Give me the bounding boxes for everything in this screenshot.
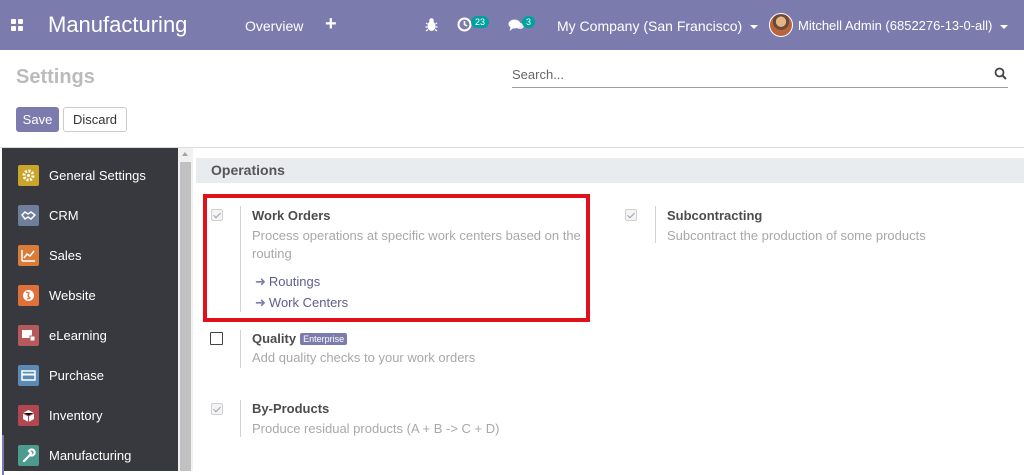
- by-products-description: Produce residual products (A + B -> C + …: [252, 421, 500, 436]
- purchase-card-icon: [18, 364, 39, 386]
- chevron-down-icon: [1000, 24, 1009, 29]
- setting-divider: [240, 330, 241, 368]
- top-navbar: Manufacturing Overview + 23 3 My Company…: [0, 0, 1024, 50]
- sidebar-item-label: Purchase: [49, 367, 104, 383]
- sidebar-scrollbar[interactable]: [178, 148, 193, 471]
- app-brand[interactable]: Manufacturing: [48, 12, 187, 38]
- enterprise-badge: Enterprise: [300, 333, 348, 345]
- sidebar-item-label: Inventory: [49, 407, 103, 423]
- apps-menu-icon[interactable]: [11, 19, 23, 31]
- gear-icon: [18, 164, 39, 186]
- subcontracting-checkbox[interactable]: [625, 209, 637, 221]
- company-name: My Company (San Francisco): [557, 18, 743, 34]
- quality-description: Add quality checks to your work orders: [252, 350, 476, 365]
- settings-sidebar: General Settings CRM Sales Website eLear…: [2, 148, 178, 475]
- user-menu[interactable]: Mitchell Admin (6852276-13-0-all): [798, 18, 1009, 33]
- setting-divider: [240, 400, 241, 437]
- company-switcher[interactable]: My Company (San Francisco): [557, 18, 759, 34]
- sidebar-item-purchase[interactable]: Purchase: [2, 355, 178, 395]
- search-input[interactable]: [512, 63, 982, 85]
- plus-icon[interactable]: +: [325, 13, 337, 36]
- sidebar-item-label: eLearning: [49, 327, 107, 343]
- setting-divider: [655, 206, 656, 243]
- quality-checkbox[interactable]: [210, 332, 223, 345]
- handshake-icon: [18, 204, 39, 226]
- save-button[interactable]: Save: [16, 107, 59, 132]
- user-name: Mitchell Admin (6852276-13-0-all): [798, 18, 993, 33]
- sidebar-item-label: Sales: [49, 247, 82, 263]
- search-icon[interactable]: [994, 67, 1007, 85]
- sales-chart-icon: [18, 244, 39, 266]
- sidebar-item-crm[interactable]: CRM: [2, 195, 178, 235]
- quality-title-text: Quality: [252, 331, 297, 346]
- overview-menu-link[interactable]: Overview: [245, 18, 303, 34]
- quality-title: Quality Enterprise: [252, 331, 348, 346]
- sidebar-item-label: Website: [49, 287, 96, 303]
- by-products-title: By-Products: [252, 401, 330, 416]
- highlight-box: [203, 194, 590, 322]
- elearning-icon: [18, 324, 39, 346]
- sidebar-item-manufacturing[interactable]: Manufacturing: [2, 435, 178, 475]
- sidebar-item-elearning[interactable]: eLearning: [2, 315, 178, 355]
- sidebar-item-general-settings[interactable]: General Settings: [2, 155, 178, 195]
- globe-icon: [18, 284, 39, 306]
- scroll-up-arrow-icon[interactable]: [182, 152, 188, 156]
- message-count-badge: 3: [522, 16, 536, 28]
- scrollbar-thumb[interactable]: [180, 162, 191, 471]
- active-indicator: [2, 435, 4, 475]
- chevron-down-icon: [750, 25, 759, 30]
- by-products-checkbox[interactable]: [211, 403, 223, 415]
- inventory-box-icon: [18, 404, 39, 426]
- discard-button[interactable]: Discard: [63, 107, 127, 132]
- sidebar-item-label: Manufacturing: [49, 447, 132, 463]
- user-avatar[interactable]: [769, 13, 793, 37]
- sidebar-item-sales[interactable]: Sales: [2, 235, 178, 275]
- sidebar-item-label: CRM: [49, 207, 79, 223]
- subcontracting-title: Subcontracting: [667, 208, 763, 223]
- section-header: Operations: [196, 158, 1024, 183]
- subcontracting-description: Subcontract the production of some produ…: [667, 228, 926, 243]
- wrench-icon: [18, 444, 39, 466]
- section-title: Operations: [211, 162, 285, 178]
- activity-count-badge: 23: [471, 16, 490, 28]
- bug-icon[interactable]: [425, 17, 438, 37]
- sidebar-item-website[interactable]: Website: [2, 275, 178, 315]
- page-title: Settings: [16, 66, 95, 88]
- activity-clock-icon[interactable]: [457, 17, 472, 37]
- sidebar-item-inventory[interactable]: Inventory: [2, 395, 178, 435]
- search-bar: [512, 63, 1008, 88]
- sidebar-item-label: General Settings: [49, 167, 146, 183]
